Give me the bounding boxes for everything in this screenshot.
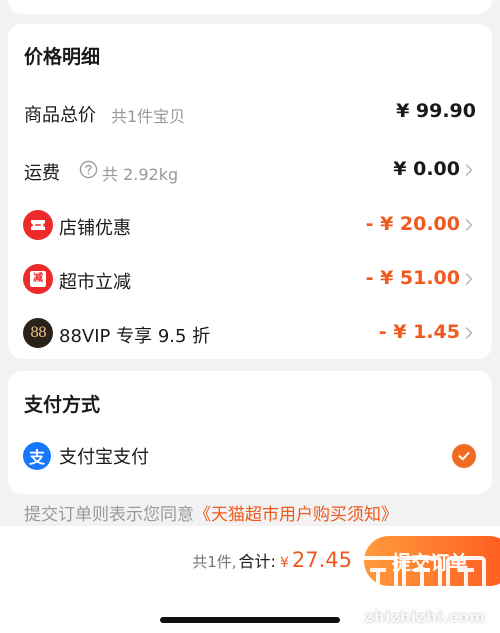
payment-method-title: 支付方式 [24,394,101,416]
coupon-ticket-icon [23,210,53,240]
total-label: 合计: [238,552,276,571]
shipping-weight-text: 共 2.92kg [102,165,179,184]
question-circle-icon[interactable] [79,160,98,179]
supermarket-reduction-label: 超市立减 [59,272,131,293]
goods-count-text: 共1件宝贝 [111,107,186,126]
submit-order-button[interactable]: 提交订单 [364,536,500,586]
store-discount-value: - ¥ 20.00 [365,213,460,235]
purchase-terms-link[interactable]: 《天猫超市用户购买须知》 [194,505,398,525]
total-currency: ¥ [279,555,289,571]
chevron-right-icon [465,273,473,285]
supermarket-reduction-value: - ¥ 51.00 [365,267,460,289]
shipping-value: ¥ 0.00 [393,158,460,180]
alipay-option-label[interactable]: 支付宝支付 [59,443,149,469]
shipping-label: 运费 [24,163,60,184]
vip-discount-value: - ¥ 1.45 [378,321,460,343]
store-discount-row[interactable]: 店铺优惠 - ¥ 20.00 [8,205,492,245]
vip-88-icon: 88 [23,318,53,348]
supermarket-reduction-row[interactable]: 减 超市立减 - ¥ 51.00 [8,259,492,299]
price-detail-title: 价格明细 [24,46,101,68]
store-discount-label: 店铺优惠 [59,218,131,239]
item-count: 共1件, [192,553,237,571]
shipping-row[interactable]: 运费 共 2.92kg ¥ 0.00 [8,150,492,190]
total-amount: 27.45 [291,548,352,572]
selected-check-icon[interactable] [452,444,476,468]
vip-88-glyph: 88 [30,325,47,341]
price-detail-card: 价格明细 商品总价 共1件宝贝 ¥ 99.90 运费 共 2.92kg ¥ 0.… [8,24,492,359]
vip-discount-label: 88VIP 专享 9.5 折 [59,326,211,347]
order-summary: 共1件, 合计: ¥ 27.45 [192,548,352,572]
reduction-tag-glyph: 减 [33,273,43,284]
vip-discount-row[interactable]: 88 88VIP 专享 9.5 折 - ¥ 1.45 [8,313,492,353]
agreement-prefix: 提交订单则表示您同意 [24,505,194,525]
payment-method-card: 支付方式 支 支付宝支付 [8,371,492,494]
chevron-right-icon [465,327,473,339]
previous-section-card [8,0,492,14]
home-indicator[interactable] [160,617,340,623]
chevron-right-icon [465,219,473,231]
goods-total-row: 商品总价 共1件宝贝 ¥ 99.90 [8,92,492,132]
goods-total-value: ¥ 99.90 [396,100,476,122]
alipay-icon: 支 [23,442,51,470]
goods-total-label: 商品总价 [24,105,96,126]
alipay-glyph: 支 [28,448,45,467]
agreement-text: 提交订单则表示您同意《天猫超市用户购买须知》 [24,500,398,525]
reduction-tag-icon: 减 [23,264,53,294]
chevron-right-icon [465,164,473,176]
